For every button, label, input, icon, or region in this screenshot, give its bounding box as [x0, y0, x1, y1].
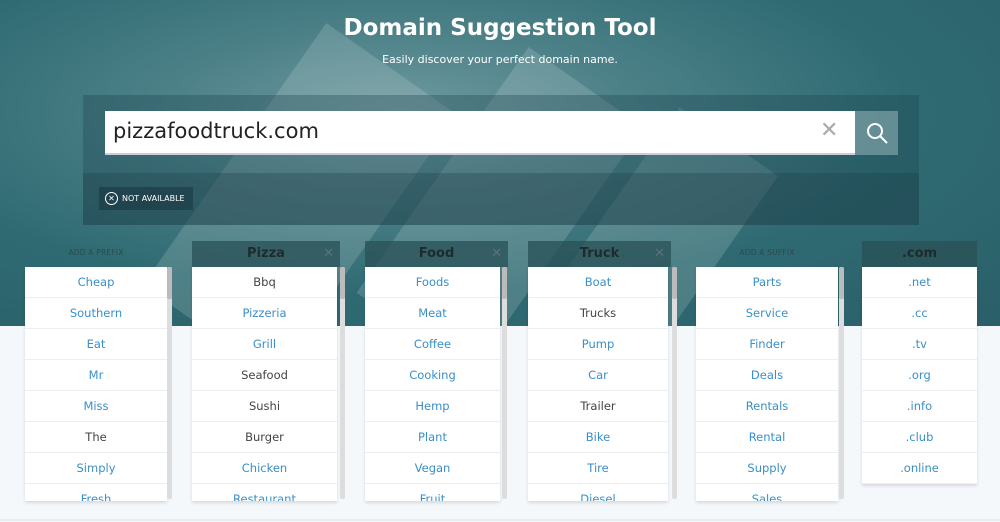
suggestion-list: Foods Meat Coffee Cooking Hemp Plant Vegan Frui…: [365, 267, 500, 501]
list-item[interactable]: Car: [528, 360, 668, 391]
list-item[interactable]: .tv: [862, 329, 977, 360]
list-item[interactable]: Seafood: [192, 360, 337, 391]
list-item[interactable]: Tire: [528, 453, 668, 484]
column-word: Pizza ✕ Bbq Pizzeria Grill Seafood Sushi Burger…: [192, 241, 345, 501]
list-item[interactable]: Plant: [365, 422, 500, 453]
list-item[interactable]: Fruit: [365, 484, 500, 501]
list-item[interactable]: Pizzeria: [192, 298, 337, 329]
scrollbar[interactable]: [839, 267, 844, 499]
column-header-label: Truck: [579, 246, 620, 261]
list-item[interactable]: Coffee: [365, 329, 500, 360]
close-icon[interactable]: ✕: [323, 241, 334, 267]
list-item[interactable]: Sales: [696, 484, 838, 501]
list-item[interactable]: Bbq: [192, 267, 337, 298]
search-button[interactable]: [855, 111, 898, 155]
list-item[interactable]: Miss: [25, 391, 167, 422]
list-item[interactable]: Vegan: [365, 453, 500, 484]
list-item[interactable]: Fresh: [25, 484, 167, 501]
list-item[interactable]: Trailer: [528, 391, 668, 422]
list-item[interactable]: Rentals: [696, 391, 838, 422]
column-word: Food ✕ Foods Meat Coffee Cooking Hemp Plant Vega…: [365, 241, 508, 501]
status-label: NOT AVAILABLE: [122, 194, 185, 203]
list-item[interactable]: .club: [862, 422, 977, 453]
column-header: Food ✕: [365, 241, 508, 267]
column-header: .com: [862, 241, 977, 267]
list-item[interactable]: .info: [862, 391, 977, 422]
list-item[interactable]: Simply: [25, 453, 167, 484]
list-item[interactable]: Boat: [528, 267, 668, 298]
list-item[interactable]: Burger: [192, 422, 337, 453]
column-header-label: ADD A PREFIX: [68, 248, 124, 257]
suggestion-list: Boat Trucks Pump Car Trailer Bike Tire Diesel: [528, 267, 668, 501]
list-item[interactable]: Restaurant: [192, 484, 337, 501]
list-item[interactable]: Eat: [25, 329, 167, 360]
column-word: Truck ✕ Boat Trucks Pump Car Trailer Bike Tire Di…: [528, 241, 677, 501]
list-item[interactable]: Deals: [696, 360, 838, 391]
scrollbar[interactable]: [502, 267, 507, 499]
list-item[interactable]: Service: [696, 298, 838, 329]
list-item[interactable]: Supply: [696, 453, 838, 484]
list-item[interactable]: Meat: [365, 298, 500, 329]
list-item[interactable]: Grill: [192, 329, 337, 360]
column-header-label: ADD A SUFFIX: [739, 248, 795, 257]
list-item[interactable]: Mr: [25, 360, 167, 391]
column-header: Pizza ✕: [192, 241, 340, 267]
list-item[interactable]: Chicken: [192, 453, 337, 484]
magnifier-icon: [866, 123, 888, 144]
domain-search-input[interactable]: [113, 119, 813, 143]
list-item[interactable]: Sushi: [192, 391, 337, 422]
column-header: Truck ✕: [528, 241, 671, 267]
list-item[interactable]: Pump: [528, 329, 668, 360]
scrollbar[interactable]: [672, 267, 677, 499]
x-circle-icon: ✕: [105, 192, 118, 205]
scrollbar[interactable]: [340, 267, 345, 499]
close-icon[interactable]: ✕: [820, 118, 838, 143]
suggestion-list: Bbq Pizzeria Grill Seafood Sushi Burger Chicke…: [192, 267, 337, 501]
list-item[interactable]: Finder: [696, 329, 838, 360]
status-badge: ✕ NOT AVAILABLE: [99, 187, 193, 210]
suggestion-list: Parts Service Finder Deals Rentals Rental Supp…: [696, 267, 838, 501]
list-item[interactable]: Trucks: [528, 298, 668, 329]
column-header-label: .com: [901, 246, 938, 261]
column-header: ADD A SUFFIX: [696, 241, 838, 267]
list-item[interactable]: Southern: [25, 298, 167, 329]
list-item[interactable]: Cooking: [365, 360, 500, 391]
list-item[interactable]: Diesel: [528, 484, 668, 501]
list-item[interactable]: The: [25, 422, 167, 453]
column-header-label: Pizza: [247, 246, 285, 261]
list-item[interactable]: .cc: [862, 298, 977, 329]
column-header: ADD A PREFIX: [25, 241, 167, 267]
list-item[interactable]: Rental: [696, 422, 838, 453]
close-icon[interactable]: ✕: [654, 241, 665, 267]
search-box: [105, 111, 855, 155]
divider: [0, 519, 1000, 521]
column-prefix: ADD A PREFIX Cheap Southern Eat Mr Miss The Sim…: [25, 241, 172, 501]
page-subtitle: Easily discover your perfect domain name…: [382, 53, 618, 66]
list-item[interactable]: .net: [862, 267, 977, 298]
scrollbar[interactable]: [167, 267, 172, 499]
list-item[interactable]: Hemp: [365, 391, 500, 422]
column-header-label: Food: [418, 246, 455, 261]
column-tld: .com .net .cc .tv .org .info .club .online: [862, 241, 977, 484]
suggestion-list: .net .cc .tv .org .info .club .online: [862, 267, 977, 484]
list-item[interactable]: Parts: [696, 267, 838, 298]
close-icon[interactable]: ✕: [491, 241, 502, 267]
list-item[interactable]: .online: [862, 453, 977, 484]
list-item[interactable]: Bike: [528, 422, 668, 453]
column-suffix: ADD A SUFFIX Parts Service Finder Deals Renta…: [696, 241, 844, 501]
list-item[interactable]: Cheap: [25, 267, 167, 298]
page-title: Domain Suggestion Tool: [343, 15, 657, 41]
suggestion-list: Cheap Southern Eat Mr Miss The Simply Fresh: [25, 267, 167, 501]
list-item[interactable]: .org: [862, 360, 977, 391]
list-item[interactable]: Foods: [365, 267, 500, 298]
